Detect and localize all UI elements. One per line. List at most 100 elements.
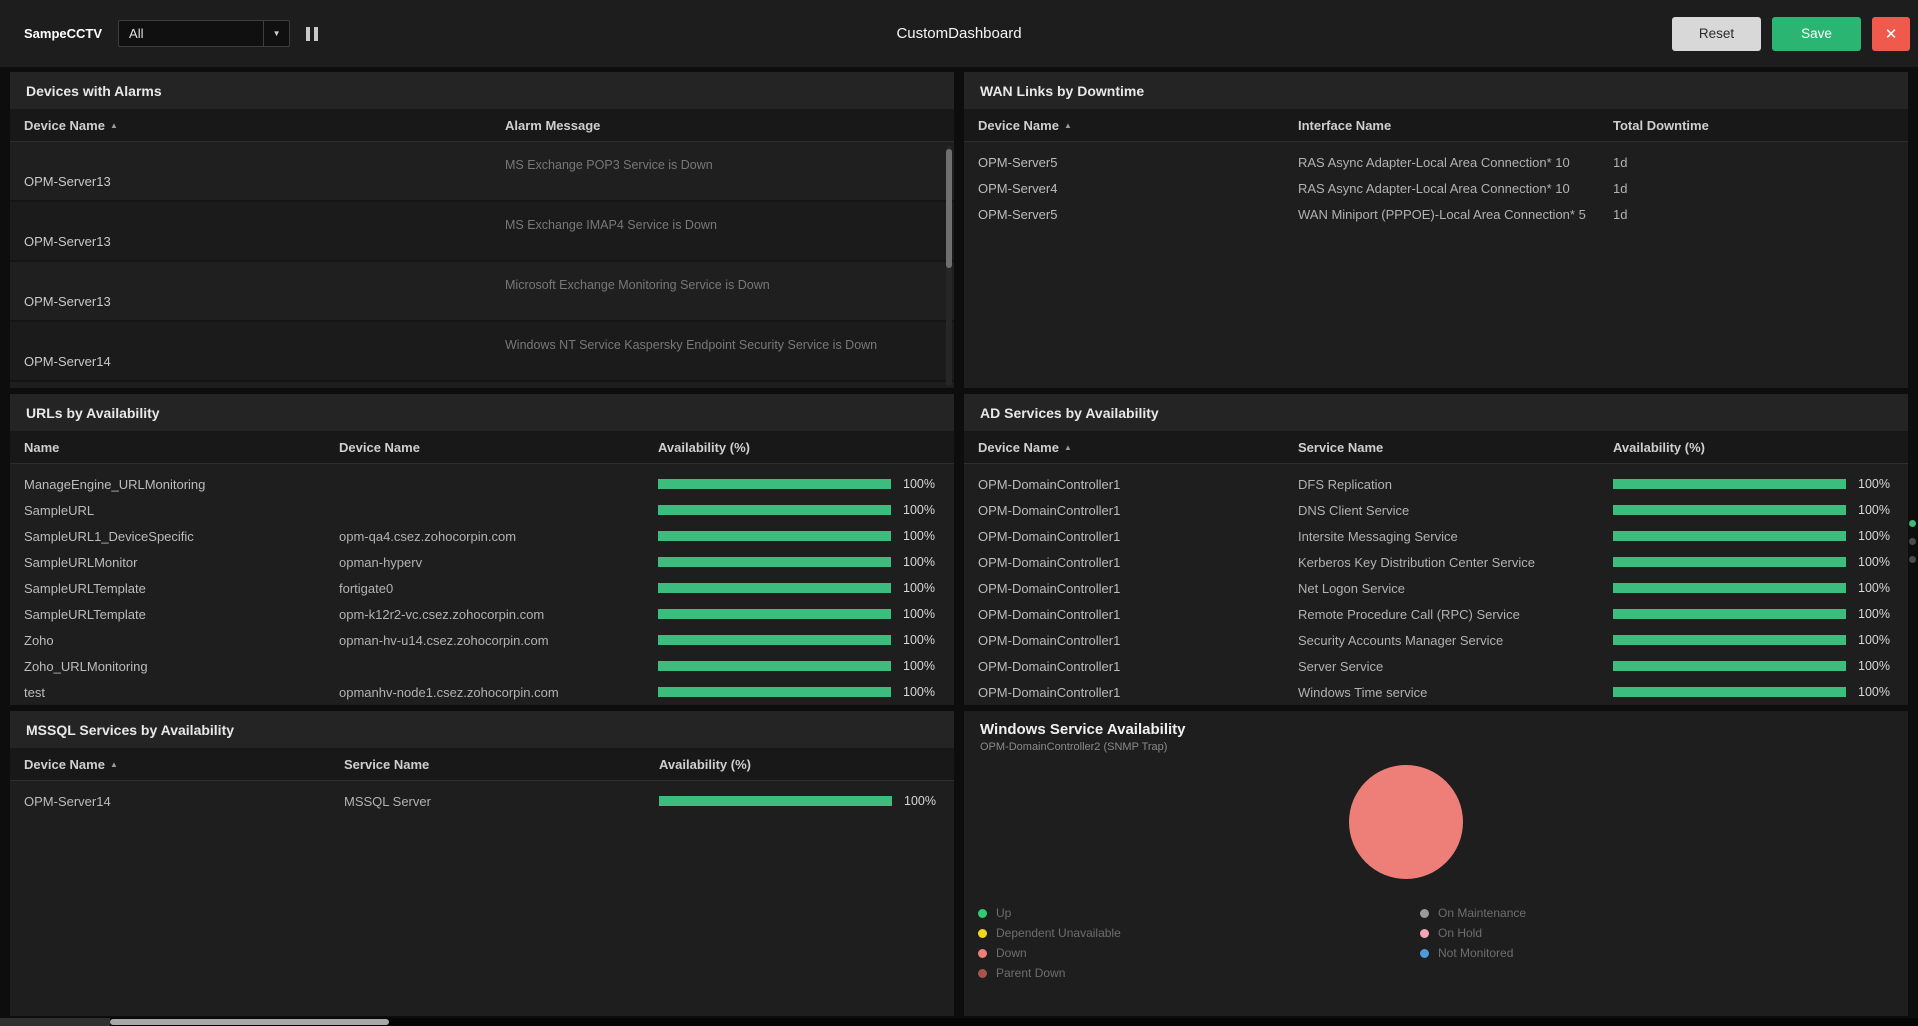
chevron-down-icon[interactable]: ▼ xyxy=(263,21,289,46)
page-dot[interactable] xyxy=(1909,538,1916,545)
table-row[interactable]: Zoho_URLMonitoring 100% xyxy=(10,653,954,679)
availability-bar-fill xyxy=(1613,635,1846,645)
availability-value: 100% xyxy=(1858,607,1890,621)
close-icon: ✕ xyxy=(1884,25,1898,43)
url-name: SampleURLTemplate xyxy=(24,606,146,622)
alarms-table-body: MS Exchange POP3 Service is Down OPM-Ser… xyxy=(10,142,954,382)
table-row[interactable]: OPM-DomainController1 Windows Time servi… xyxy=(964,679,1908,705)
availability-cell: 100% xyxy=(1613,607,1894,621)
table-row[interactable]: ManageEngine_URLMonitoring 100% xyxy=(10,471,954,497)
column-device-name[interactable]: Device Name ▲ xyxy=(24,757,344,772)
table-row[interactable]: MS Exchange POP3 Service is Down OPM-Ser… xyxy=(10,142,954,202)
availability-value: 100% xyxy=(903,503,935,517)
column-availability[interactable]: Availability (%) xyxy=(1613,440,1894,455)
column-label: Name xyxy=(24,439,60,455)
availability-value: 100% xyxy=(1858,503,1890,517)
column-label: Interface Name xyxy=(1298,117,1392,133)
availability-bar-fill xyxy=(658,609,891,619)
availability-cell: 100% xyxy=(1613,503,1894,517)
column-total-downtime[interactable]: Total Downtime xyxy=(1613,118,1894,133)
table-row[interactable]: MS Exchange IMAP4 Service is Down OPM-Se… xyxy=(10,202,954,262)
horizontal-scrollbar[interactable] xyxy=(0,1018,1918,1026)
legend-item[interactable]: On Maintenance xyxy=(1420,903,1854,923)
device-name: OPM-Server14 xyxy=(24,793,111,809)
table-row[interactable]: OPM-Server14 MSSQL Server 100% xyxy=(10,788,954,814)
availability-bar xyxy=(658,661,891,671)
table-row[interactable]: OPM-Server5 RAS Async Adapter-Local Area… xyxy=(964,149,1908,175)
table-row[interactable]: SampleURL1_DeviceSpecific opm-qa4.csez.z… xyxy=(10,523,954,549)
availability-bar-fill xyxy=(1613,557,1846,567)
pause-icon xyxy=(306,26,311,41)
legend-item[interactable]: Down xyxy=(978,943,1412,963)
widget-page-indicator[interactable] xyxy=(1909,520,1916,563)
legend-item[interactable]: Parent Down xyxy=(978,963,1412,983)
service-name: DNS Client Service xyxy=(1298,502,1410,518)
table-row[interactable]: OPM-DomainController1 Intersite Messagin… xyxy=(964,523,1908,549)
availability-bar xyxy=(1613,661,1846,671)
column-interface-name[interactable]: Interface Name xyxy=(1298,118,1613,133)
table-row[interactable]: OPM-Server5 WAN Miniport (PPPOE)-Local A… xyxy=(964,201,1908,227)
table-row[interactable]: Windows NT Service Kaspersky Endpoint Se… xyxy=(10,322,954,382)
column-availability[interactable]: Availability (%) xyxy=(659,757,940,772)
legend-color-dot xyxy=(978,928,987,938)
availability-pie[interactable] xyxy=(1349,765,1463,879)
availability-value: 100% xyxy=(1858,633,1890,647)
column-label: Availability (%) xyxy=(1613,439,1705,455)
table-row[interactable]: SampleURLMonitor opman-hyperv 100% xyxy=(10,549,954,575)
column-availability[interactable]: Availability (%) xyxy=(658,440,940,455)
column-device-name[interactable]: Device Name xyxy=(339,440,658,455)
availability-bar-fill xyxy=(1613,583,1846,593)
scrollbar-thumb[interactable] xyxy=(946,149,952,268)
page-dot[interactable] xyxy=(1909,556,1916,563)
availability-cell: 100% xyxy=(658,529,940,543)
save-button[interactable]: Save xyxy=(1772,16,1861,51)
table-row[interactable]: OPM-DomainController1 DFS Replication 10… xyxy=(964,471,1908,497)
table-row[interactable]: OPM-DomainController1 Security Accounts … xyxy=(964,627,1908,653)
column-service-name[interactable]: Service Name xyxy=(1298,440,1613,455)
availability-value: 100% xyxy=(1858,685,1890,699)
reset-button[interactable]: Reset xyxy=(1672,16,1761,51)
panel-ad-services: AD Services by Availability Device Name ▲… xyxy=(964,394,1908,705)
table-row[interactable]: OPM-DomainController1 DNS Client Service… xyxy=(964,497,1908,523)
sort-asc-icon: ▲ xyxy=(1063,120,1072,130)
availability-bar xyxy=(1613,557,1846,567)
availability-bar xyxy=(659,796,892,806)
filter-dropdown[interactable]: All ▼ xyxy=(118,20,291,47)
table-row[interactable]: Microsoft Exchange Monitoring Service is… xyxy=(10,262,954,322)
device-name: OPM-Server13 xyxy=(24,174,111,189)
alarm-message: Windows NT Service Kaspersky Endpoint Se… xyxy=(505,338,878,352)
table-row[interactable]: test opmanhv-node1.csez.zohocorpin.com 1… xyxy=(10,679,954,705)
table-row[interactable]: OPM-DomainController1 Server Service 100… xyxy=(964,653,1908,679)
column-name[interactable]: Name xyxy=(24,440,339,455)
table-row[interactable]: SampleURLTemplate fortigate0 100% xyxy=(10,575,954,601)
legend-item[interactable]: Dependent Unavailable xyxy=(978,923,1412,943)
availability-bar-fill xyxy=(658,531,891,541)
table-row[interactable]: OPM-DomainController1 Net Logon Service … xyxy=(964,575,1908,601)
chart-subtitle: OPM-DomainController2 (SNMP Trap) xyxy=(980,741,1168,753)
legend-item[interactable]: Not Monitored xyxy=(1420,943,1854,963)
availability-bar xyxy=(658,531,891,541)
scrollbar-thumb[interactable] xyxy=(110,1019,389,1025)
column-label: Availability (%) xyxy=(659,756,751,772)
page-dot-active[interactable] xyxy=(1909,520,1916,527)
availability-bar-fill xyxy=(658,557,891,567)
table-row[interactable]: OPM-DomainController1 Kerberos Key Distr… xyxy=(964,549,1908,575)
column-device-name[interactable]: Device Name ▲ xyxy=(978,440,1298,455)
column-service-name[interactable]: Service Name xyxy=(344,757,659,772)
column-alarm-message[interactable]: Alarm Message xyxy=(505,118,940,133)
table-row[interactable]: OPM-DomainController1 Remote Procedure C… xyxy=(964,601,1908,627)
vertical-scrollbar[interactable] xyxy=(946,146,952,386)
legend-label: Not Monitored xyxy=(1438,946,1514,960)
availability-bar-fill xyxy=(1613,505,1846,515)
table-row[interactable]: OPM-Server4 RAS Async Adapter-Local Area… xyxy=(964,175,1908,201)
legend-item[interactable]: Up xyxy=(978,903,1412,923)
close-button[interactable]: ✕ xyxy=(1872,16,1910,51)
pause-button[interactable] xyxy=(306,26,319,41)
table-row[interactable]: SampleURLTemplate opm-k12r2-vc.csez.zoho… xyxy=(10,601,954,627)
legend-item[interactable]: On Hold xyxy=(1420,923,1854,943)
availability-bar xyxy=(1613,479,1846,489)
table-row[interactable]: Zoho opman-hv-u14.csez.zohocorpin.com 10… xyxy=(10,627,954,653)
column-device-name[interactable]: Device Name ▲ xyxy=(978,118,1298,133)
table-row[interactable]: SampleURL 100% xyxy=(10,497,954,523)
column-device-name[interactable]: Device Name ▲ xyxy=(24,118,505,133)
